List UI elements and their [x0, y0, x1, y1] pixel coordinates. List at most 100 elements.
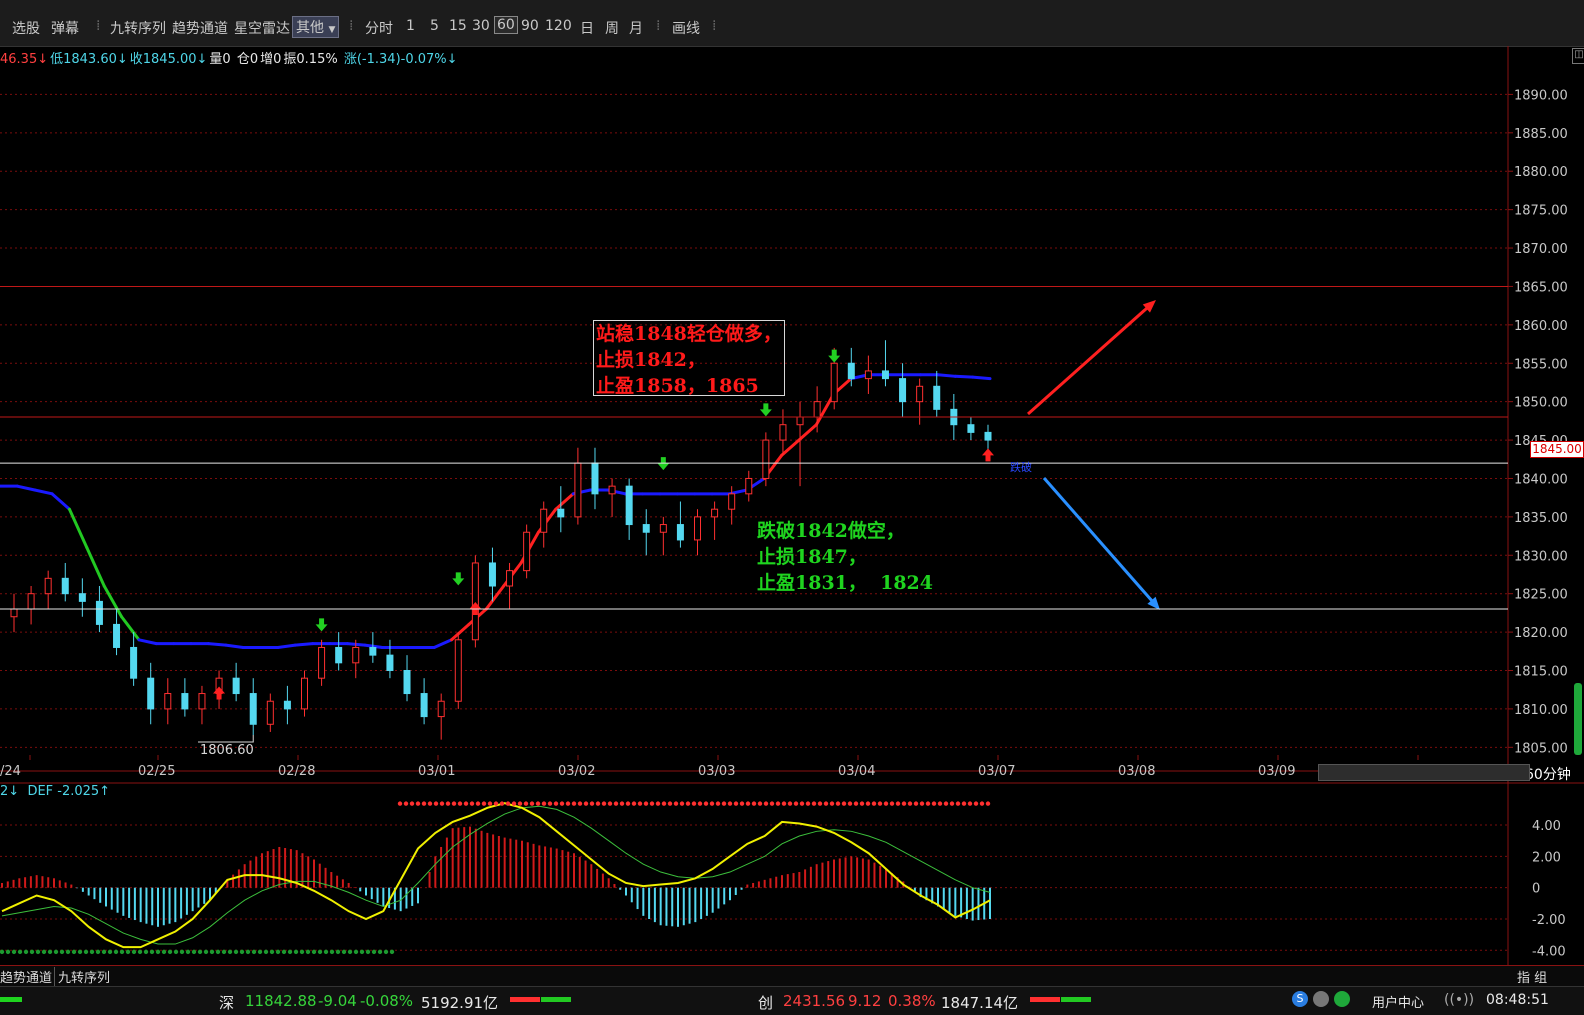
- period-tab-90[interactable]: 90: [521, 18, 539, 34]
- period-tab-1[interactable]: 1: [406, 18, 415, 34]
- period-tab-month[interactable]: 月: [629, 18, 643, 38]
- candle-body: [300, 677, 308, 710]
- candle-body: [506, 570, 514, 587]
- ma-segment: [519, 530, 540, 565]
- signal-dot: [469, 801, 475, 806]
- expand-icon[interactable]: ◫: [1572, 48, 1584, 64]
- signal-dot: [583, 801, 589, 806]
- s-logo-icon[interactable]: S: [1292, 991, 1308, 1007]
- signal-dot: [41, 949, 47, 955]
- signal-dot: [751, 801, 757, 806]
- timeline-scrollbar[interactable]: [1318, 764, 1530, 781]
- signal-dot: [427, 801, 433, 806]
- period-tab-day[interactable]: 日: [580, 18, 594, 38]
- cy-index-value: 2431.56: [783, 992, 846, 1010]
- period-tab-60[interactable]: 60: [494, 16, 518, 34]
- period-tab-5[interactable]: 5: [430, 18, 439, 34]
- price-axis: 1890.00 1885.00 1880.00 1875.00 1870.00 1865.…: [1514, 88, 1568, 756]
- refresh-icon[interactable]: [1334, 991, 1350, 1007]
- price-chart[interactable]: 1890.00 1885.00 1880.00 1875.00 1870.00 1865.…: [0, 0, 1584, 1014]
- signal-dot: [457, 801, 463, 806]
- candle-body: [130, 646, 138, 679]
- cy-index-name[interactable]: 创: [758, 992, 773, 1013]
- candle-body: [181, 693, 189, 710]
- indicator-label: 2↓ DEF -2.025↑: [0, 784, 110, 799]
- top-toolbar: 选股 弹幕 ⁞ 九转序列 趋势通道 星空雷达 其他 ▼ ⁞ 分时 1 5 15 …: [0, 0, 1584, 47]
- candle-body: [711, 508, 719, 518]
- signal-dot: [287, 949, 293, 955]
- signal-dot: [317, 949, 323, 955]
- signal-dot: [535, 801, 541, 806]
- tab-trend-channel[interactable]: 趋势通道: [0, 967, 52, 986]
- signal-dot: [179, 949, 185, 955]
- tab-nine-sequence[interactable]: 九转序列: [54, 967, 110, 986]
- short-plan-line: 止损1847，: [757, 546, 867, 568]
- candle-body: [847, 362, 855, 380]
- price-tick-label: 1830.00: [1514, 549, 1568, 564]
- info-low: 低1843.60↓: [50, 52, 128, 67]
- info-increase: 增0: [260, 52, 282, 67]
- candle-body: [454, 639, 462, 702]
- indicator-select-value: 其他: [296, 20, 324, 36]
- period-label: 60分钟: [1525, 767, 1571, 783]
- draw-line-button[interactable]: 画线: [672, 18, 700, 38]
- ma-segment: [276, 643, 297, 649]
- candle-body: [78, 593, 86, 602]
- sz-index-value: 11842.88: [245, 992, 317, 1010]
- sz-index-name[interactable]: 深: [219, 992, 234, 1013]
- indicator-select[interactable]: 其他 ▼: [292, 16, 340, 38]
- price-tick-label: 1880.00: [1514, 165, 1568, 180]
- period-tab-30[interactable]: 30: [472, 18, 490, 34]
- signal-dot: [979, 801, 985, 806]
- candle-body: [762, 439, 770, 479]
- toolbar-item-nine-sequence[interactable]: 九转序列: [110, 18, 166, 38]
- period-tab-intraday[interactable]: 分时: [365, 18, 393, 38]
- price-tick-label: 1860.00: [1514, 319, 1568, 334]
- period-tab-15[interactable]: 15: [449, 18, 467, 34]
- candle-body: [198, 693, 206, 710]
- toolbar-item-barrage[interactable]: 弹幕: [51, 18, 79, 38]
- candle-body: [557, 508, 565, 518]
- signal-dot: [329, 949, 335, 955]
- signal-dot: [107, 949, 113, 955]
- signal-dot: [119, 949, 125, 955]
- toolbar-item-trend-channel[interactable]: 趋势通道: [172, 18, 228, 38]
- signal-dot: [913, 801, 919, 806]
- signal-dot: [523, 801, 529, 806]
- price-tick-label: 1825.00: [1514, 588, 1568, 603]
- signal-dot: [613, 801, 619, 806]
- bear-icon[interactable]: [1313, 991, 1329, 1007]
- candle-body: [796, 416, 804, 426]
- date-label: 03/08: [1118, 764, 1155, 779]
- candle-body: [540, 508, 548, 533]
- signal-dot: [347, 949, 353, 955]
- signal-dot: [973, 801, 979, 806]
- period-tab-120[interactable]: 120: [545, 18, 572, 34]
- vertical-scroll-thumb[interactable]: [1574, 683, 1582, 755]
- sz-index-pct: -0.08%: [360, 992, 414, 1010]
- period-tab-week[interactable]: 周: [605, 18, 619, 38]
- ma-segment: [224, 643, 245, 649]
- ma-segment: [502, 561, 523, 588]
- signal-dot: [53, 949, 59, 955]
- toolbar-item-stock-pick[interactable]: 选股: [12, 18, 40, 38]
- signal-dot: [383, 949, 389, 955]
- candle-body: [779, 424, 787, 441]
- date-label: /24: [0, 764, 21, 779]
- signal-dot: [757, 801, 763, 806]
- tab-indicator-group[interactable]: 指 组: [1517, 967, 1547, 986]
- signal-dot: [829, 801, 835, 806]
- signal-dot: [625, 801, 631, 806]
- signal-dot: [227, 949, 233, 955]
- user-center-link[interactable]: 用户中心: [1372, 992, 1424, 1011]
- signal-dot: [541, 801, 547, 806]
- toolbar-divider-icon: ⁞: [96, 18, 101, 34]
- signal-dot: [269, 949, 275, 955]
- signal-dot: [341, 949, 347, 955]
- ma-segment: [554, 492, 575, 511]
- signal-dot: [841, 801, 847, 806]
- signal-dot: [787, 801, 793, 806]
- toolbar-item-star-radar[interactable]: 星空雷达: [234, 18, 290, 38]
- candle-body: [95, 600, 103, 625]
- candle-body: [471, 562, 479, 641]
